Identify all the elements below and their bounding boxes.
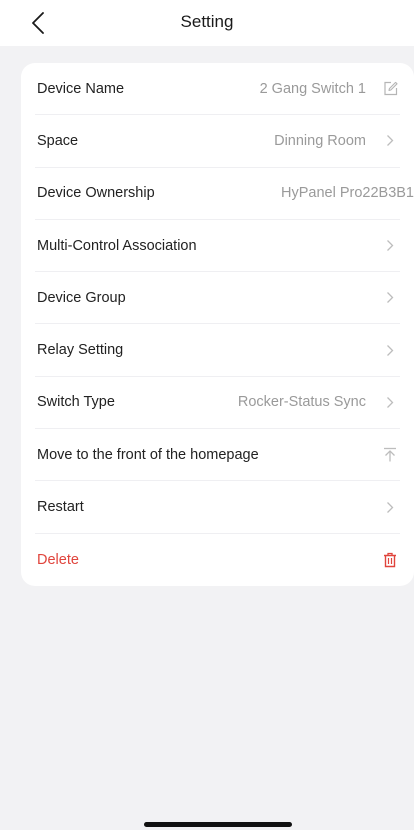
chevron-right-icon [382, 133, 398, 149]
delete-label: Delete [37, 551, 79, 568]
space-value: Dinning Room [274, 132, 366, 149]
device-ownership-value: HyPanel Pro22B3B1 [281, 185, 414, 202]
relay-setting-label: Relay Setting [37, 342, 124, 359]
switch-type-row[interactable]: Switch Type Rocker-Status Sync [35, 377, 400, 430]
chevron-right-icon [382, 290, 398, 306]
space-label: Space [37, 132, 79, 149]
device-group-row[interactable]: Device Group [35, 272, 400, 325]
device-group-label: Device Group [37, 289, 126, 306]
chevron-right-icon [382, 394, 398, 410]
chevron-right-icon [382, 342, 398, 358]
chevron-right-icon [382, 499, 398, 515]
settings-card: Device Name 2 Gang Switch 1 Space Dinnin… [21, 63, 414, 586]
device-ownership-label: Device Ownership [37, 185, 155, 202]
device-name-row[interactable]: Device Name 2 Gang Switch 1 [35, 63, 400, 116]
switch-type-value: Rocker-Status Sync [237, 394, 366, 411]
restart-row[interactable]: Restart [35, 481, 400, 534]
pin-to-top-icon[interactable] [382, 447, 398, 463]
multi-control-label: Multi-Control Association [37, 237, 197, 254]
page-title: Setting [180, 12, 234, 31]
switch-type-label: Switch Type [37, 394, 115, 411]
home-indicator [144, 822, 292, 827]
trash-icon[interactable] [382, 552, 398, 568]
restart-label: Restart [37, 499, 84, 516]
multi-control-row[interactable]: Multi-Control Association [35, 220, 400, 273]
move-to-front-label: Move to the front of the homepage [37, 446, 259, 463]
move-to-front-row[interactable]: Move to the front of the homepage [35, 429, 400, 482]
space-row[interactable]: Space Dinning Room [35, 115, 400, 168]
edit-icon[interactable] [382, 81, 398, 97]
top-bar: Setting [0, 0, 414, 46]
relay-setting-row[interactable]: Relay Setting [35, 324, 400, 377]
device-name-label: Device Name [37, 80, 125, 97]
chevron-right-icon [382, 238, 398, 254]
device-name-value: 2 Gang Switch 1 [259, 80, 366, 97]
delete-row[interactable]: Delete [35, 534, 400, 586]
device-ownership-row: Device Ownership HyPanel Pro22B3B1 [35, 168, 414, 220]
